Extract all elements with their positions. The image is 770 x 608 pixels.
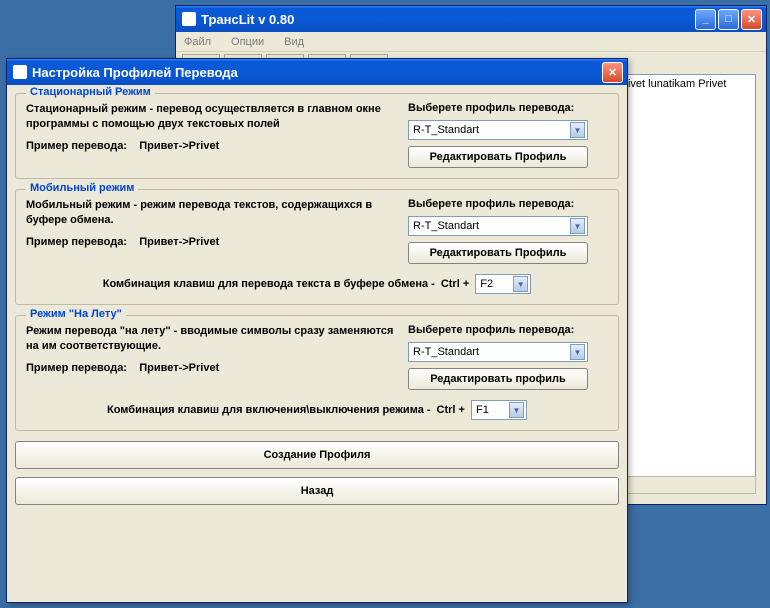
menu-options[interactable]: Опции [227,34,268,50]
stationary-profile-select[interactable]: R-T_Standart ▼ [408,120,588,140]
stationary-profile-value: R-T_Standart [413,124,479,136]
mobile-example-value: Привет->Privet [139,236,219,248]
onfly-desc: Режим перевода "на лету" - вводимые симв… [26,324,396,354]
minimize-button[interactable]: _ [695,9,716,30]
stationary-example-value: Привет->Privet [139,140,219,152]
onfly-example-value: Привет->Privet [139,362,219,374]
stationary-edit-button[interactable]: Редактировать Профиль [408,146,588,168]
stationary-example-label: Пример перевода: [26,140,127,152]
onfly-edit-button[interactable]: Редактировать профиль [408,368,588,390]
chevron-down-icon: ▼ [570,218,585,234]
mobile-example-label: Пример перевода: [26,236,127,248]
mobile-hotkey-prefix: Ctrl + [441,278,469,290]
app-icon [182,12,196,26]
group-mobile: Мобильный режим Мобильный режим - режим … [15,189,619,305]
stationary-select-label: Выберете профиль перевода: [408,102,608,114]
close-button[interactable]: ✕ [741,9,762,30]
mobile-hotkey-label: Комбинация клавиш для перевода текста в … [103,278,435,290]
maximize-button[interactable]: □ [718,9,739,30]
mobile-profile-select[interactable]: R-T_Standart ▼ [408,216,588,236]
profiles-dialog: Настройка Профилей Перевода ✕ Стационарн… [6,58,628,603]
dialog-title: Настройка Профилей Перевода [32,65,602,80]
mobile-select-label: Выберете профиль перевода: [408,198,608,210]
back-button[interactable]: Назад [15,477,619,505]
onfly-profile-select[interactable]: R-T_Standart ▼ [408,342,588,362]
group-title-stationary: Стационарный Режим [26,86,155,98]
mobile-desc: Мобильный режим - режим перевода текстов… [26,198,396,228]
onfly-hotkey-label: Комбинация клавиш для включения\выключен… [107,404,431,416]
dialog-icon [13,65,27,79]
stationary-desc: Стационарный режим - перевод осуществляе… [26,102,396,132]
dialog-titlebar: Настройка Профилей Перевода ✕ [7,59,627,85]
group-onfly: Режим "На Лету" Режим перевода "на лету"… [15,315,619,431]
mobile-hotkey-value: F2 [480,278,493,290]
menubar: Файл Опции Вид [176,32,766,52]
group-title-mobile: Мобильный режим [26,182,138,194]
chevron-down-icon: ▼ [509,402,524,418]
chevron-down-icon: ▼ [570,122,585,138]
chevron-down-icon: ▼ [570,344,585,360]
chevron-down-icon: ▼ [513,276,528,292]
onfly-hotkey-select[interactable]: F1 ▼ [471,400,527,420]
create-profile-button[interactable]: Создание Профиля [15,441,619,469]
main-titlebar: ТрансLit v 0.80 _ □ ✕ [176,6,766,32]
menu-file[interactable]: Файл [180,34,215,50]
onfly-example-label: Пример перевода: [26,362,127,374]
main-title: ТрансLit v 0.80 [201,12,695,27]
dialog-close-button[interactable]: ✕ [602,62,623,83]
onfly-select-label: Выберете профиль перевода: [408,324,608,336]
group-title-onfly: Режим "На Лету" [26,308,126,320]
mobile-profile-value: R-T_Standart [413,220,479,232]
mobile-hotkey-select[interactable]: F2 ▼ [475,274,531,294]
group-stationary: Стационарный Режим Стационарный режим - … [15,93,619,179]
menu-view[interactable]: Вид [280,34,308,50]
onfly-hotkey-value: F1 [476,404,489,416]
onfly-profile-value: R-T_Standart [413,346,479,358]
mobile-edit-button[interactable]: Редактировать Профиль [408,242,588,264]
onfly-hotkey-prefix: Ctrl + [437,404,465,416]
